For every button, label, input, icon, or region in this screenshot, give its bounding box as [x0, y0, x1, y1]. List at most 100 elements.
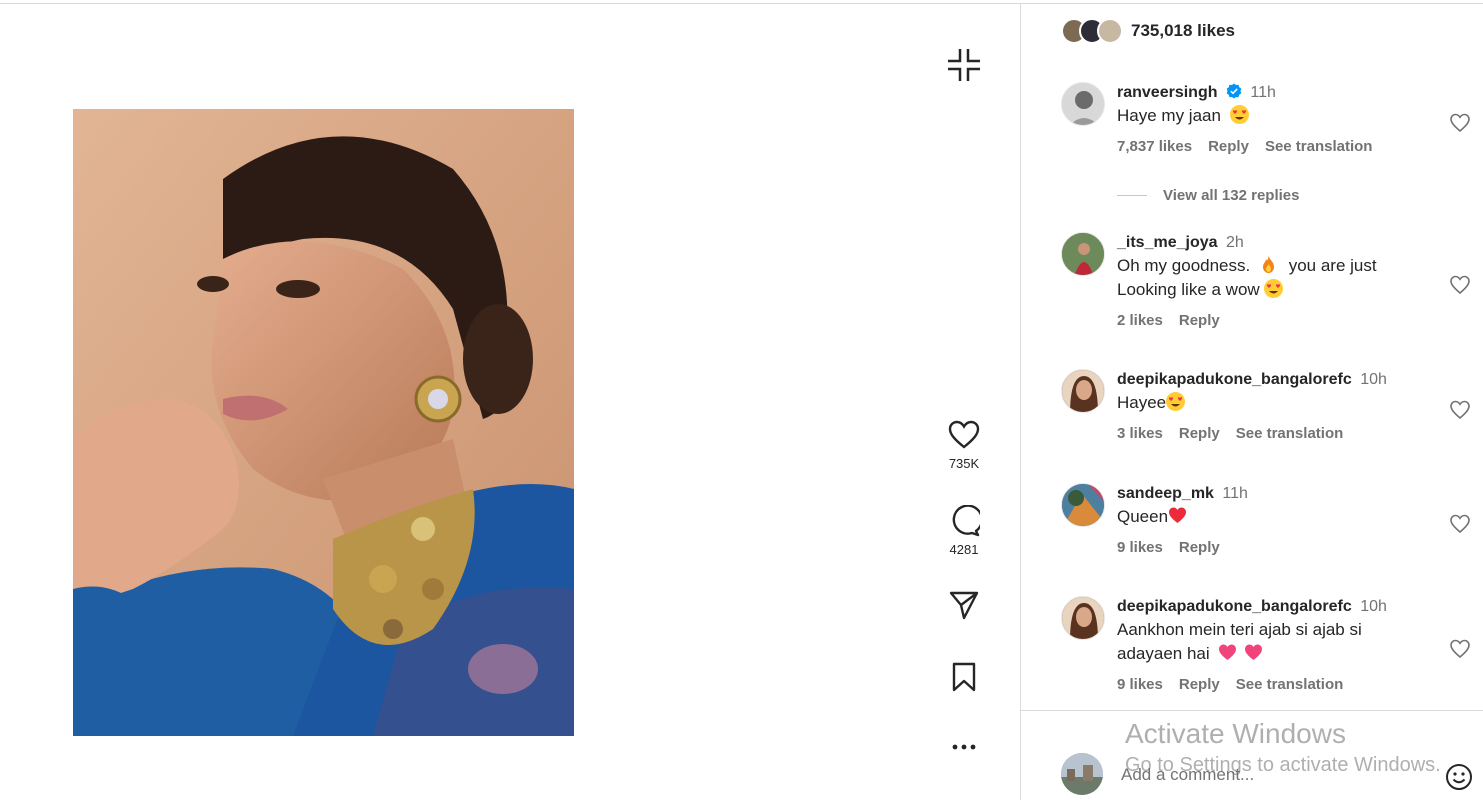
collapse-icon — [948, 49, 980, 81]
save-button[interactable] — [947, 660, 981, 694]
reply-button[interactable]: Reply — [1179, 539, 1220, 556]
likes-count-text: 735,018 likes — [1131, 21, 1235, 40]
comment-likes[interactable]: 3 likes — [1117, 425, 1163, 442]
comment-body: deepikapadukone_bangalorefc 10h Aankhon … — [1117, 596, 1417, 693]
emoji-icon[interactable] — [1445, 763, 1473, 791]
comment-item: deepikapadukone_bangalorefc 10h Hayee 3 … — [1061, 369, 1471, 459]
comment-likes[interactable]: 9 likes — [1117, 676, 1163, 693]
like-action: 735K — [934, 418, 994, 471]
comment-time: 10h — [1360, 598, 1387, 615]
avatar[interactable] — [1061, 232, 1105, 276]
comment-username[interactable]: deepikapadukone_bangalorefc — [1117, 598, 1352, 615]
comment-item: ranveersingh 11h Haye my jaan 7,837 like… — [1061, 82, 1471, 182]
share-button[interactable] — [947, 588, 981, 622]
heart-eyes-emoji-icon — [1264, 279, 1284, 298]
comment-username[interactable]: sandeep_mk — [1117, 485, 1214, 502]
collapse-button[interactable] — [946, 47, 982, 83]
comment-body: _its_me_joya 2h Oh my goodness. you are … — [1117, 232, 1417, 329]
comment-like-heart-icon[interactable] — [1449, 513, 1471, 535]
comment-text-content: Haye my jaan — [1117, 106, 1221, 125]
comments-panel: 735,018 likes ranveersingh 11h Haye my j… — [1020, 4, 1483, 800]
like-count: 735K — [948, 456, 980, 471]
fire-emoji-icon — [1259, 255, 1278, 274]
likes-summary[interactable]: 735,018 likes — [1061, 16, 1235, 46]
heart-eyes-emoji-icon — [1229, 105, 1249, 124]
post-photo — [73, 109, 574, 736]
comment-username[interactable]: _its_me_joya — [1117, 234, 1218, 251]
avatar — [1061, 753, 1103, 795]
comment-text-content: Queen — [1117, 507, 1169, 526]
verified-badge-icon — [1226, 83, 1242, 99]
comment-likes[interactable]: 7,837 likes — [1117, 138, 1192, 155]
comment-text-content: adayaen hai — [1117, 644, 1210, 663]
comment-body: deepikapadukone_bangalorefc 10h Hayee 3 … — [1117, 369, 1417, 442]
see-translation-button[interactable]: See translation — [1265, 138, 1373, 155]
comment-action: 4281 — [934, 504, 994, 557]
comment-time: 11h — [1222, 485, 1248, 502]
liker-avatars — [1061, 18, 1123, 44]
media-area: 735K 4281 — [0, 4, 1020, 800]
see-translation-button[interactable]: See translation — [1236, 425, 1344, 442]
view-replies-label: View all 132 replies — [1163, 187, 1300, 204]
heart-eyes-emoji-icon — [1166, 392, 1186, 411]
reply-button[interactable]: Reply — [1179, 425, 1220, 442]
comment-text-content: you are just — [1288, 256, 1377, 275]
comment-like-heart-icon[interactable] — [1449, 399, 1471, 421]
comment-body: ranveersingh 11h Haye my jaan 7,837 like… — [1117, 82, 1417, 155]
comment-text: Aankhon mein teri ajab si ajab si adayae… — [1117, 618, 1417, 666]
avatar[interactable] — [1061, 596, 1105, 640]
comment-icon — [952, 505, 980, 537]
comment-input[interactable] — [1121, 763, 1411, 787]
comment-text: Hayee — [1117, 391, 1417, 415]
more-button[interactable] — [947, 730, 981, 764]
like-button[interactable] — [947, 418, 981, 452]
pink-heart-emoji-icon — [1218, 643, 1237, 662]
save-action — [934, 660, 994, 694]
comment-meta: 7,837 likes Reply See translation — [1117, 138, 1417, 155]
divider — [1117, 195, 1147, 196]
comment-likes[interactable]: 9 likes — [1117, 539, 1163, 556]
avatar[interactable] — [1061, 483, 1105, 527]
comment-username[interactable]: ranveersingh — [1117, 84, 1217, 101]
comment-composer — [1021, 710, 1483, 800]
comment-body: sandeep_mk 11h Queen 9 likes Reply — [1117, 483, 1417, 556]
more-action — [934, 730, 994, 764]
comment-item: _its_me_joya 2h Oh my goodness. you are … — [1061, 232, 1471, 342]
comment-text-content: Aankhon mein teri ajab si ajab si — [1117, 620, 1362, 639]
comment-time: 2h — [1225, 234, 1244, 251]
heart-icon — [948, 420, 980, 449]
comment-likes[interactable]: 2 likes — [1117, 312, 1163, 329]
comment-like-heart-icon[interactable] — [1449, 638, 1471, 660]
comment-time: 11h — [1250, 84, 1276, 101]
comment-meta: 9 likes Reply — [1117, 539, 1417, 556]
bookmark-icon — [952, 662, 976, 692]
avatar[interactable] — [1061, 369, 1105, 413]
red-heart-emoji-icon — [1168, 506, 1187, 525]
comment-item: sandeep_mk 11h Queen 9 likes Reply — [1061, 483, 1471, 573]
avatar — [1097, 18, 1123, 44]
more-icon — [952, 744, 976, 750]
comment-text: Haye my jaan — [1117, 104, 1417, 128]
comment-item: deepikapadukone_bangalorefc 10h Aankhon … — [1061, 596, 1471, 706]
comment-count: 4281 — [949, 542, 979, 557]
pink-heart-emoji-icon — [1244, 643, 1263, 662]
comment-text: Oh my goodness. you are just Looking lik… — [1117, 254, 1417, 302]
see-translation-button[interactable]: See translation — [1236, 676, 1344, 693]
reply-button[interactable]: Reply — [1208, 138, 1249, 155]
comment-text-content: Oh my goodness. — [1117, 256, 1251, 275]
share-action — [934, 588, 994, 622]
comment-time: 10h — [1360, 371, 1387, 388]
view-replies-button[interactable]: View all 132 replies — [1117, 187, 1299, 204]
comment-like-heart-icon[interactable] — [1449, 112, 1471, 134]
comment-username[interactable]: deepikapadukone_bangalorefc — [1117, 371, 1352, 388]
comment-button[interactable] — [947, 504, 981, 538]
share-icon — [949, 591, 979, 620]
comment-meta: 2 likes Reply — [1117, 312, 1417, 329]
avatar[interactable] — [1061, 82, 1105, 126]
comment-text-content: Hayee — [1117, 393, 1167, 412]
reply-button[interactable]: Reply — [1179, 312, 1220, 329]
comment-text: Queen — [1117, 505, 1417, 529]
reply-button[interactable]: Reply — [1179, 676, 1220, 693]
comment-like-heart-icon[interactable] — [1449, 274, 1471, 296]
comment-meta: 3 likes Reply See translation — [1117, 425, 1417, 442]
